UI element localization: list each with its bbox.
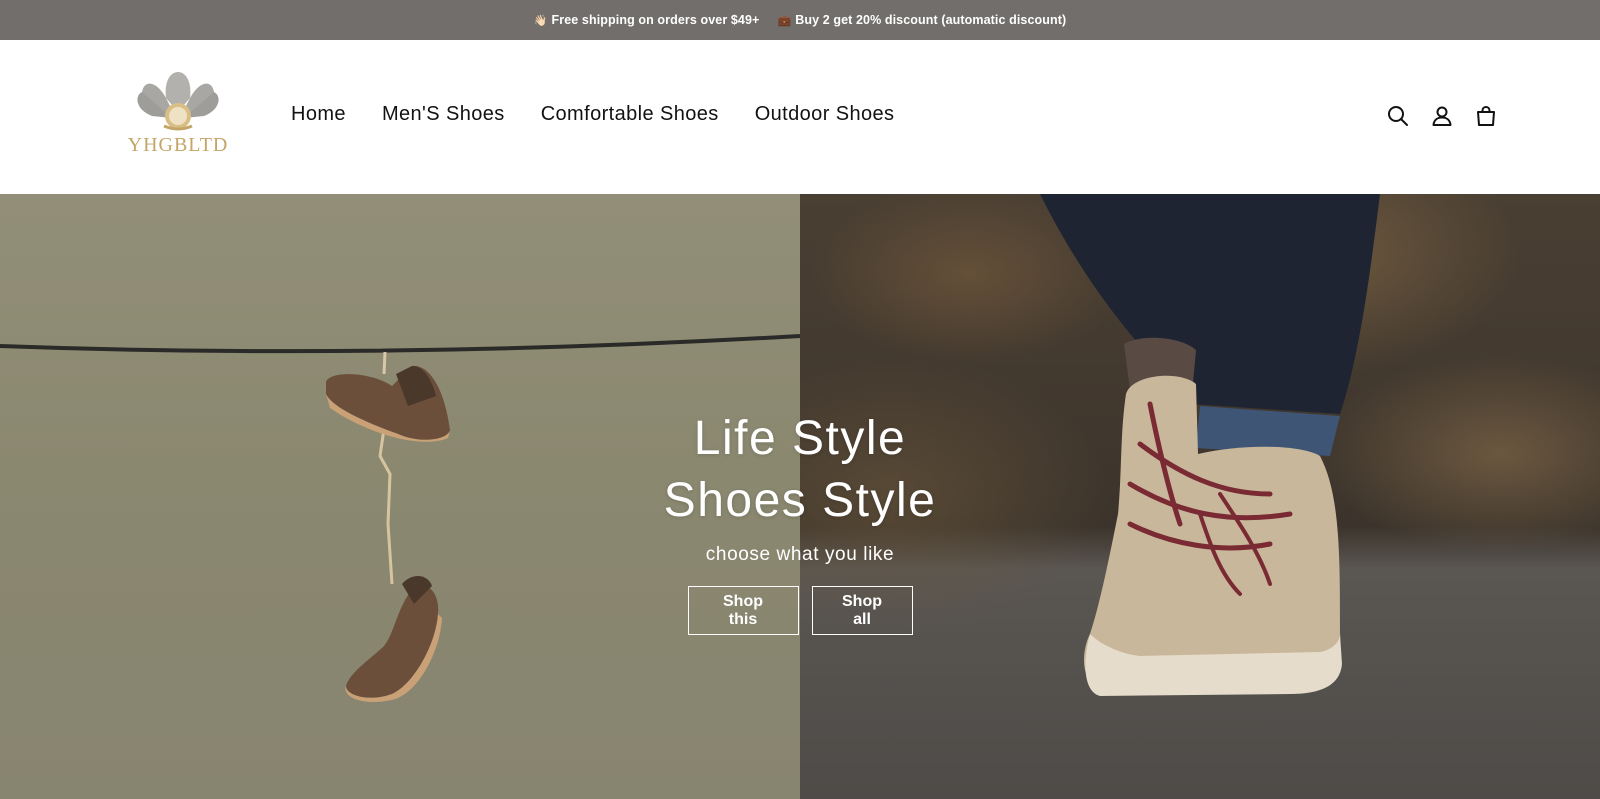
hero-banner: Life Style Shoes Style choose what you l… xyxy=(0,194,1600,799)
cart-icon[interactable] xyxy=(1472,102,1500,130)
account-icon[interactable] xyxy=(1428,102,1456,130)
announcement-text: Free shipping on orders over $49+ xyxy=(551,13,760,27)
nav-item-outdoor-shoes[interactable]: Outdoor Shoes xyxy=(755,102,895,126)
nav-item-comfortable-shoes[interactable]: Comfortable Shoes xyxy=(541,102,719,126)
briefcase-icon: 💼 xyxy=(777,14,792,27)
site-header: YHGBLTD Home Men'S Shoes Comfortable Sho… xyxy=(0,40,1600,194)
nav-item-mens-shoes[interactable]: Men'S Shoes xyxy=(382,102,505,126)
site-logo[interactable]: YHGBLTD xyxy=(122,68,234,160)
waving-hand-icon: 👋🏻 xyxy=(533,14,548,27)
hero-title: Life Style Shoes Style xyxy=(600,408,1000,532)
shell-logo-icon xyxy=(137,72,219,131)
hero-title-line1: Life Style xyxy=(693,412,907,465)
header-icons xyxy=(1384,102,1500,130)
announcement-item-discount: 💼 Buy 2 get 20% discount (automatic disc… xyxy=(777,13,1066,27)
hero-subtitle: choose what you like xyxy=(705,544,895,565)
main-nav: Home Men'S Shoes Comfortable Shoes Outdo… xyxy=(291,102,930,126)
search-icon[interactable] xyxy=(1384,102,1412,130)
announcement-text: Buy 2 get 20% discount (automatic discou… xyxy=(795,13,1067,27)
nav-item-home[interactable]: Home xyxy=(291,102,346,126)
hero-buttons: Shop this Shop all xyxy=(600,586,1000,635)
logo-text: YHGBLTD xyxy=(127,134,229,156)
announcement-bar: 👋🏻 Free shipping on orders over $49+ 💼 B… xyxy=(0,0,1600,40)
hero-content: Life Style Shoes Style choose what you l… xyxy=(600,408,1000,635)
announcement-item-shipping: 👋🏻 Free shipping on orders over $49+ xyxy=(534,13,760,27)
shop-all-button[interactable]: Shop all xyxy=(811,586,913,635)
shop-this-button[interactable]: Shop this xyxy=(687,586,799,635)
hero-title-line2: Shoes Style xyxy=(663,474,937,527)
